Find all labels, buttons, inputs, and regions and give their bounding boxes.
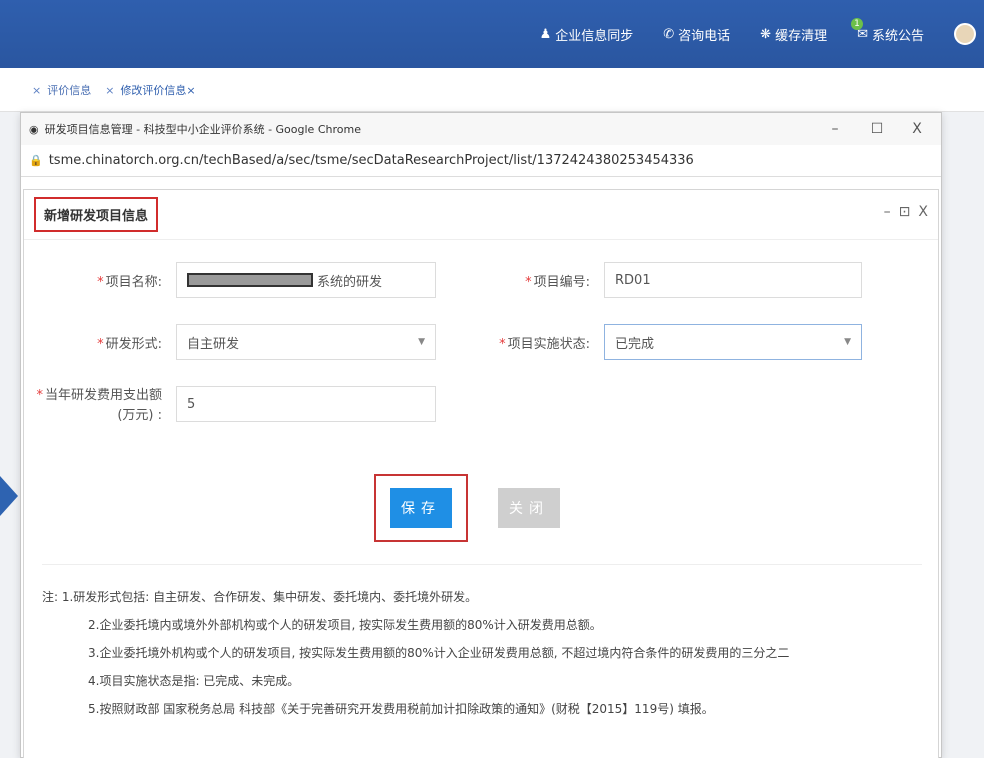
page-tab-strip: × 评价信息 × 修改评价信息×: [0, 68, 984, 112]
project-no-label: * 项目编号:: [525, 274, 590, 290]
top-header-bar: ♟ 企业信息同步 ✆ 咨询电话 ❋ 缓存清理 ✉ 1 系统公告: [0, 0, 984, 68]
clean-icon: ❋: [760, 26, 772, 42]
lock-icon: 🔒: [29, 154, 43, 167]
rd-form-select[interactable]: 自主研发 ▼: [176, 324, 436, 360]
notes-section: 注: 1.研发形式包括: 自主研发、合作研发、集中研发、委托境内、委托境外研发。…: [42, 564, 922, 723]
user-icon: ♟: [539, 26, 552, 42]
save-button[interactable]: 保存: [390, 488, 452, 528]
note-line: 5.按照财政部 国家税务总局 科技部《关于完善研究开发费用税前加计扣除政策的通知…: [88, 702, 714, 716]
hotline-link[interactable]: ✆ 咨询电话: [663, 25, 730, 44]
note-line: 4.项目实施状态是指: 已完成、未完成。: [88, 674, 300, 688]
expense-label: * 当年研发费用支出额 (万元) :: [36, 388, 162, 423]
window-close-button[interactable]: X: [897, 113, 937, 145]
status-label: * 项目实施状态:: [499, 336, 590, 352]
url-text: tsme.chinatorch.org.cn/techBased/a/sec/t…: [48, 153, 694, 168]
add-rd-project-dialog: 新增研发项目信息 – ⊡ X * 项目名称: 系统的研发 * 项目编号: RD01 …: [23, 189, 939, 758]
note-line: 注: 1.研发形式包括: 自主研发、合作研发、集中研发、委托境内、委托境外研发。: [42, 590, 478, 604]
chevron-down-icon: ▼: [418, 337, 425, 347]
status-select[interactable]: 已完成 ▼: [604, 324, 862, 360]
rd-form-label: * 研发形式:: [97, 336, 162, 352]
pointer-arrow-icon: [0, 476, 18, 516]
dialog-header: 新增研发项目信息 – ⊡ X: [24, 190, 938, 240]
minimize-button[interactable]: –: [815, 113, 855, 145]
dialog-minimize-button[interactable]: –: [884, 204, 891, 220]
mail-icon: ✉ 1: [851, 17, 868, 42]
close-icon[interactable]: ×: [105, 84, 114, 97]
note-line: 2.企业委托境内或境外外部机构或个人的研发项目, 按实际发生费用额的80%计入研…: [88, 618, 602, 632]
close-button[interactable]: 关闭: [498, 488, 560, 528]
expense-input[interactable]: 5: [176, 386, 436, 422]
system-notice-link[interactable]: ✉ 1 系统公告: [851, 17, 924, 44]
chrome-icon: ◉: [29, 122, 39, 136]
tab-evaluation-info[interactable]: × 评价信息: [32, 82, 91, 98]
window-title: 研发项目信息管理 - 科技型中小企业评价系统 - Google Chrome: [44, 123, 361, 136]
chrome-popup-window: ◉ 研发项目信息管理 - 科技型中小企业评价系统 - Google Chrome…: [20, 112, 942, 758]
chrome-titlebar: ◉ 研发项目信息管理 - 科技型中小企业评价系统 - Google Chrome…: [21, 113, 941, 145]
cache-clean-link[interactable]: ❋ 缓存清理: [760, 25, 827, 44]
dialog-maximize-button[interactable]: ⊡: [899, 204, 911, 220]
maximize-button[interactable]: ☐: [857, 113, 897, 145]
tab-edit-evaluation-info[interactable]: × 修改评价信息×: [105, 82, 195, 98]
dialog-title: 新增研发项目信息: [34, 197, 159, 232]
project-name-input[interactable]: 系统的研发: [176, 262, 436, 298]
notice-badge: 1: [851, 17, 863, 30]
redacted-block: [187, 273, 313, 287]
close-icon[interactable]: ×: [32, 84, 41, 97]
avatar[interactable]: [954, 23, 976, 45]
dialog-close-button[interactable]: X: [918, 204, 928, 220]
phone-icon: ✆: [663, 26, 675, 42]
project-name-label: * 项目名称:: [97, 274, 162, 290]
enterprise-sync-link[interactable]: ♟ 企业信息同步: [540, 25, 634, 44]
chevron-down-icon: ▼: [844, 337, 851, 347]
project-no-input[interactable]: RD01: [604, 262, 862, 298]
address-bar[interactable]: 🔒 tsme.chinatorch.org.cn/techBased/a/sec…: [21, 145, 941, 177]
note-line: 3.企业委托境外机构或个人的研发项目, 按实际发生费用额的80%计入企业研发费用…: [88, 646, 790, 660]
